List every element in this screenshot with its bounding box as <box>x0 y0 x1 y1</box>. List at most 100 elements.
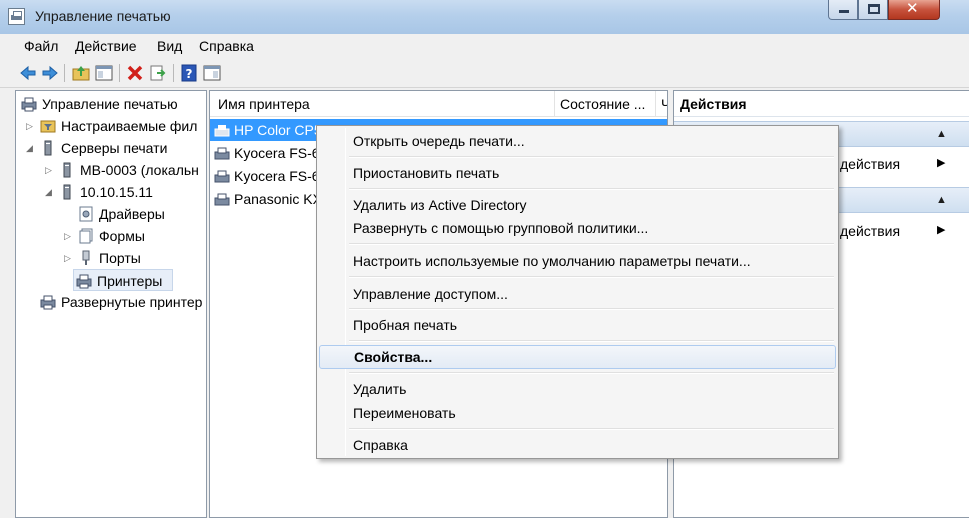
folder-up-icon <box>72 66 90 81</box>
menu-item-deploy-gp[interactable]: Развернуть с помощью групповой политики.… <box>319 217 836 239</box>
tree-node-custom-filters[interactable]: ▷ Настраиваемые фил <box>18 115 206 137</box>
svg-text:?: ? <box>186 67 193 81</box>
menu-item-label: Свойства... <box>354 349 433 365</box>
tree-node-deployed-printers[interactable]: Развернутые принтер <box>18 291 206 313</box>
show-action-pane-button[interactable] <box>202 63 222 83</box>
menu-item-help[interactable]: Справка <box>319 434 836 456</box>
column-divider[interactable] <box>655 91 656 117</box>
server-icon <box>59 162 75 178</box>
show-hide-tree-button[interactable] <box>94 63 114 83</box>
menu-separator <box>349 372 834 374</box>
actions-title: Действия <box>680 96 747 112</box>
printer-icon <box>214 169 230 185</box>
tree-node-print-servers[interactable]: ◢ Серверы печати <box>18 137 206 159</box>
back-button[interactable] <box>18 63 38 83</box>
tree-label: 10.10.15.11 <box>80 184 153 200</box>
menu-item-rename[interactable]: Переименовать <box>319 402 836 424</box>
menu-separator <box>349 188 834 190</box>
maximize-icon <box>868 4 880 14</box>
collapse-arrow-icon[interactable]: ◢ <box>26 143 34 153</box>
column-header-name[interactable]: Имя принтера <box>218 96 310 112</box>
tree-label: Управление печатью <box>42 96 178 112</box>
menu-separator <box>349 308 834 310</box>
tree-node-server-local[interactable]: ▷ MB-0003 (локальн <box>18 159 206 181</box>
menu-item-label: Пробная печать <box>353 317 458 333</box>
tree-label: Формы <box>99 228 145 244</box>
menu-item-delete[interactable]: Удалить <box>319 378 836 400</box>
menu-item-label: Удалить из Active Directory <box>353 197 527 213</box>
context-menu: Открыть очередь печати... Приостановить … <box>316 125 839 459</box>
red-x-icon <box>127 65 143 81</box>
tree-label: Порты <box>99 250 141 266</box>
menu-item-label: Развернуть с помощью групповой политики.… <box>353 220 649 236</box>
forward-arrow-icon <box>42 65 58 81</box>
expand-arrow-icon[interactable]: ▷ <box>45 165 53 175</box>
menu-item-set-defaults[interactable]: Настроить используемые по умолчанию пара… <box>319 250 836 272</box>
export-list-button[interactable] <box>148 63 168 83</box>
more-actions-label: действия <box>840 156 901 172</box>
tree-label: Принтеры <box>97 273 163 289</box>
menu-item-open-queue[interactable]: Открыть очередь печати... <box>319 130 836 152</box>
collapse-up-icon[interactable]: ▲ <box>936 194 947 206</box>
menu-item-remove-ad[interactable]: Удалить из Active Directory <box>319 194 836 216</box>
menu-item-test-page[interactable]: Пробная печать <box>319 314 836 336</box>
minimize-icon <box>839 10 849 13</box>
console-tree-icon <box>95 65 113 81</box>
server-icon <box>40 140 56 156</box>
menu-separator <box>349 340 834 342</box>
expand-arrow-icon[interactable]: ▷ <box>64 231 72 241</box>
tree-label: Настраиваемые фил <box>61 118 198 134</box>
collapse-arrow-icon[interactable]: ◢ <box>45 187 53 197</box>
menu-item-label: Приостановить печать <box>353 165 500 181</box>
collapse-up-icon[interactable]: ▲ <box>936 128 947 140</box>
help-icon: ? <box>181 64 197 82</box>
menu-item-label: Справка <box>353 437 408 453</box>
menu-help[interactable]: Справка <box>199 38 254 54</box>
toolbar-separator <box>119 64 120 82</box>
menu-item-label: Переименовать <box>353 405 456 421</box>
print-management-app-icon[interactable] <box>8 8 25 25</box>
help-button[interactable]: ? <box>179 63 199 83</box>
print-management-icon <box>21 96 37 112</box>
column-header-extra[interactable]: Ч <box>661 96 667 112</box>
tree-node-root[interactable]: Управление печатью <box>18 93 206 115</box>
menu-view[interactable]: Вид <box>157 38 182 54</box>
menu-item-label: Открыть очередь печати... <box>353 133 525 149</box>
up-level-button[interactable] <box>71 63 91 83</box>
tree-node-ports[interactable]: ▷ Порты <box>18 247 206 269</box>
printer-icon <box>214 192 230 208</box>
tree-node-forms[interactable]: ▷ Формы <box>18 225 206 247</box>
menu-separator <box>349 276 834 278</box>
close-button[interactable]: ✕ <box>888 0 940 20</box>
expand-arrow-icon[interactable]: ▷ <box>26 121 34 131</box>
toolbar: ? <box>0 58 969 88</box>
menu-action[interactable]: Действие <box>75 38 137 54</box>
column-divider[interactable] <box>554 91 555 117</box>
menu-item-label: Настроить используемые по умолчанию пара… <box>353 253 751 269</box>
actions-header: Действия <box>674 91 969 117</box>
menu-separator <box>349 243 834 245</box>
delete-button[interactable] <box>125 63 145 83</box>
menu-item-pause[interactable]: Приостановить печать <box>319 162 836 184</box>
expand-arrow-icon[interactable]: ▷ <box>64 253 72 263</box>
menu-separator <box>349 156 834 158</box>
export-icon <box>150 65 166 81</box>
maximize-button[interactable] <box>858 0 888 20</box>
tree-node-printers[interactable]: Принтеры <box>73 269 173 291</box>
tree-node-server-ip[interactable]: ◢ 10.10.15.11 <box>18 181 206 203</box>
menu-item-manage-sharing[interactable]: Управление доступом... <box>319 283 836 305</box>
forms-icon <box>78 228 94 244</box>
printer-name: Kyocera FS-6 <box>234 168 320 184</box>
window-title: Управление печатью <box>35 8 171 24</box>
driver-icon <box>78 206 94 222</box>
action-pane-icon <box>203 65 221 81</box>
tree-node-drivers[interactable]: Драйверы <box>18 203 206 225</box>
column-header-state[interactable]: Состояние ... <box>560 96 645 112</box>
menu-item-properties[interactable]: Свойства... <box>319 345 836 369</box>
tree-label: Развернутые принтер <box>61 294 203 310</box>
forward-button[interactable] <box>40 63 60 83</box>
tree-label: Драйверы <box>99 206 165 222</box>
menu-bar: Файл Действие Вид Справка <box>0 34 969 58</box>
menu-file[interactable]: Файл <box>24 38 58 54</box>
minimize-button[interactable] <box>828 0 858 20</box>
